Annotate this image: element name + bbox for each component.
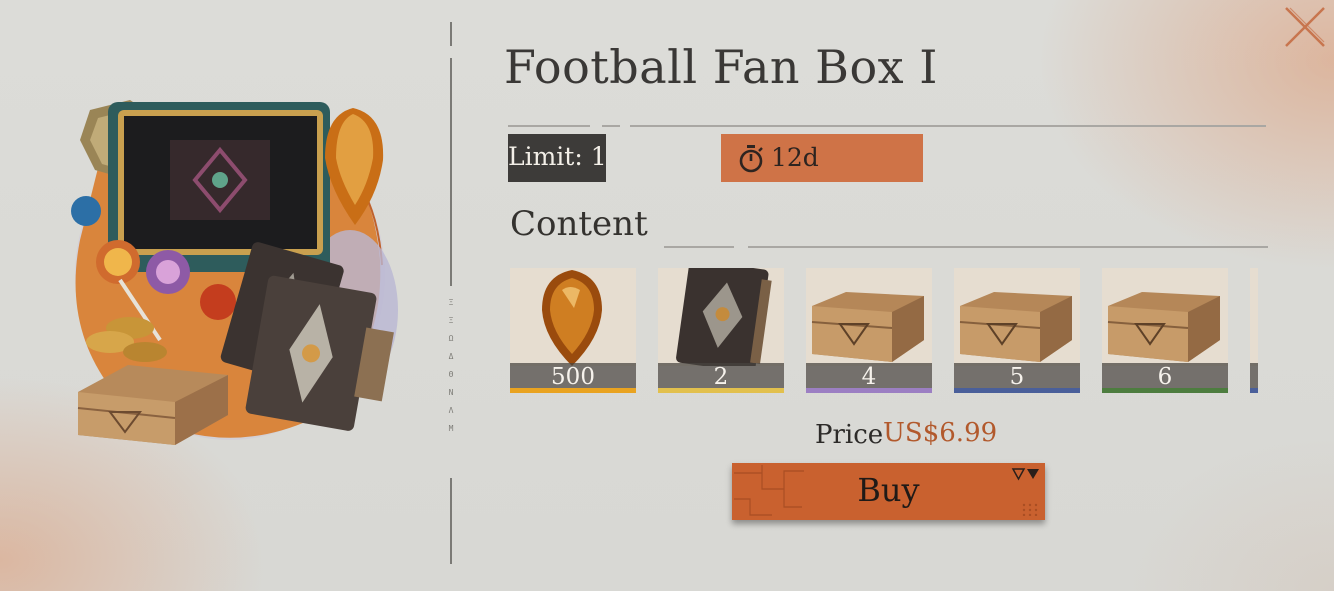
rarity-bar	[806, 388, 932, 393]
time-remaining-value: 12d	[771, 143, 819, 172]
title-rule-segment	[602, 125, 620, 127]
rarity-bar	[658, 388, 784, 393]
divider-glyphs: Ξ Ξ Ω Δ Θ N Λ M	[444, 298, 458, 434]
rarity-bar	[1250, 388, 1258, 393]
title-rule-segment	[508, 125, 590, 127]
bundle-title: Football Fan Box I	[504, 40, 938, 94]
divider-glyph: M	[448, 424, 454, 433]
wooden-crate-icon	[954, 268, 1080, 366]
divider-glyph: Λ	[448, 406, 454, 415]
content-item[interactable]: 6	[1102, 268, 1228, 393]
item-quantity: 2	[658, 363, 784, 390]
divider-glyph: Θ	[448, 370, 454, 379]
rarity-bar	[954, 388, 1080, 393]
rarity-bar	[1102, 388, 1228, 393]
wooden-crate-icon	[1250, 268, 1258, 366]
divider-glyph: Ξ	[448, 316, 454, 325]
content-heading: Content	[510, 204, 648, 244]
item-quantity: 4	[806, 363, 932, 390]
time-remaining-badge: 12d	[721, 134, 923, 182]
purchase-limit-badge: Limit: 1	[508, 134, 607, 182]
divider-glyph: Ω	[448, 334, 454, 343]
item-quantity: 5	[954, 363, 1080, 390]
content-item[interactable]: 5	[954, 268, 1080, 393]
divider-glyph: Ξ	[448, 298, 454, 307]
divider-top	[450, 22, 452, 46]
divider-glyph: N	[448, 388, 454, 397]
title-rule	[630, 125, 1266, 127]
divider-main	[450, 58, 452, 286]
content-item[interactable]: 4	[806, 268, 932, 393]
rarity-bar	[510, 388, 636, 393]
item-quantity	[1250, 363, 1258, 389]
content-items: 500 2 4 5 6	[510, 268, 1258, 394]
buy-button[interactable]: Buy	[732, 463, 1045, 520]
amber-crystal-icon	[510, 268, 636, 366]
content-rule	[748, 246, 1268, 248]
divider-glyph: Δ	[448, 352, 454, 361]
close-button[interactable]	[1282, 4, 1328, 50]
divider-bottom	[450, 478, 452, 564]
content-item[interactable]: 500	[510, 268, 636, 393]
content-item[interactable]: 2	[658, 268, 784, 393]
content-item[interactable]	[1250, 268, 1258, 393]
wooden-crate-icon	[1102, 268, 1228, 366]
price-value: US$6.99	[883, 418, 998, 448]
wooden-crate-icon	[806, 268, 932, 366]
item-quantity: 6	[1102, 363, 1228, 390]
close-x-icon	[1285, 7, 1325, 47]
content-rule-segment	[664, 246, 734, 248]
buy-button-label: Buy	[857, 471, 920, 509]
bundle-art-icon	[71, 100, 398, 445]
dark-tome-icon	[658, 268, 784, 366]
bundle-art	[40, 40, 420, 480]
stopwatch-icon	[739, 145, 763, 173]
price-label: Price	[815, 420, 884, 450]
item-quantity: 500	[510, 363, 636, 390]
